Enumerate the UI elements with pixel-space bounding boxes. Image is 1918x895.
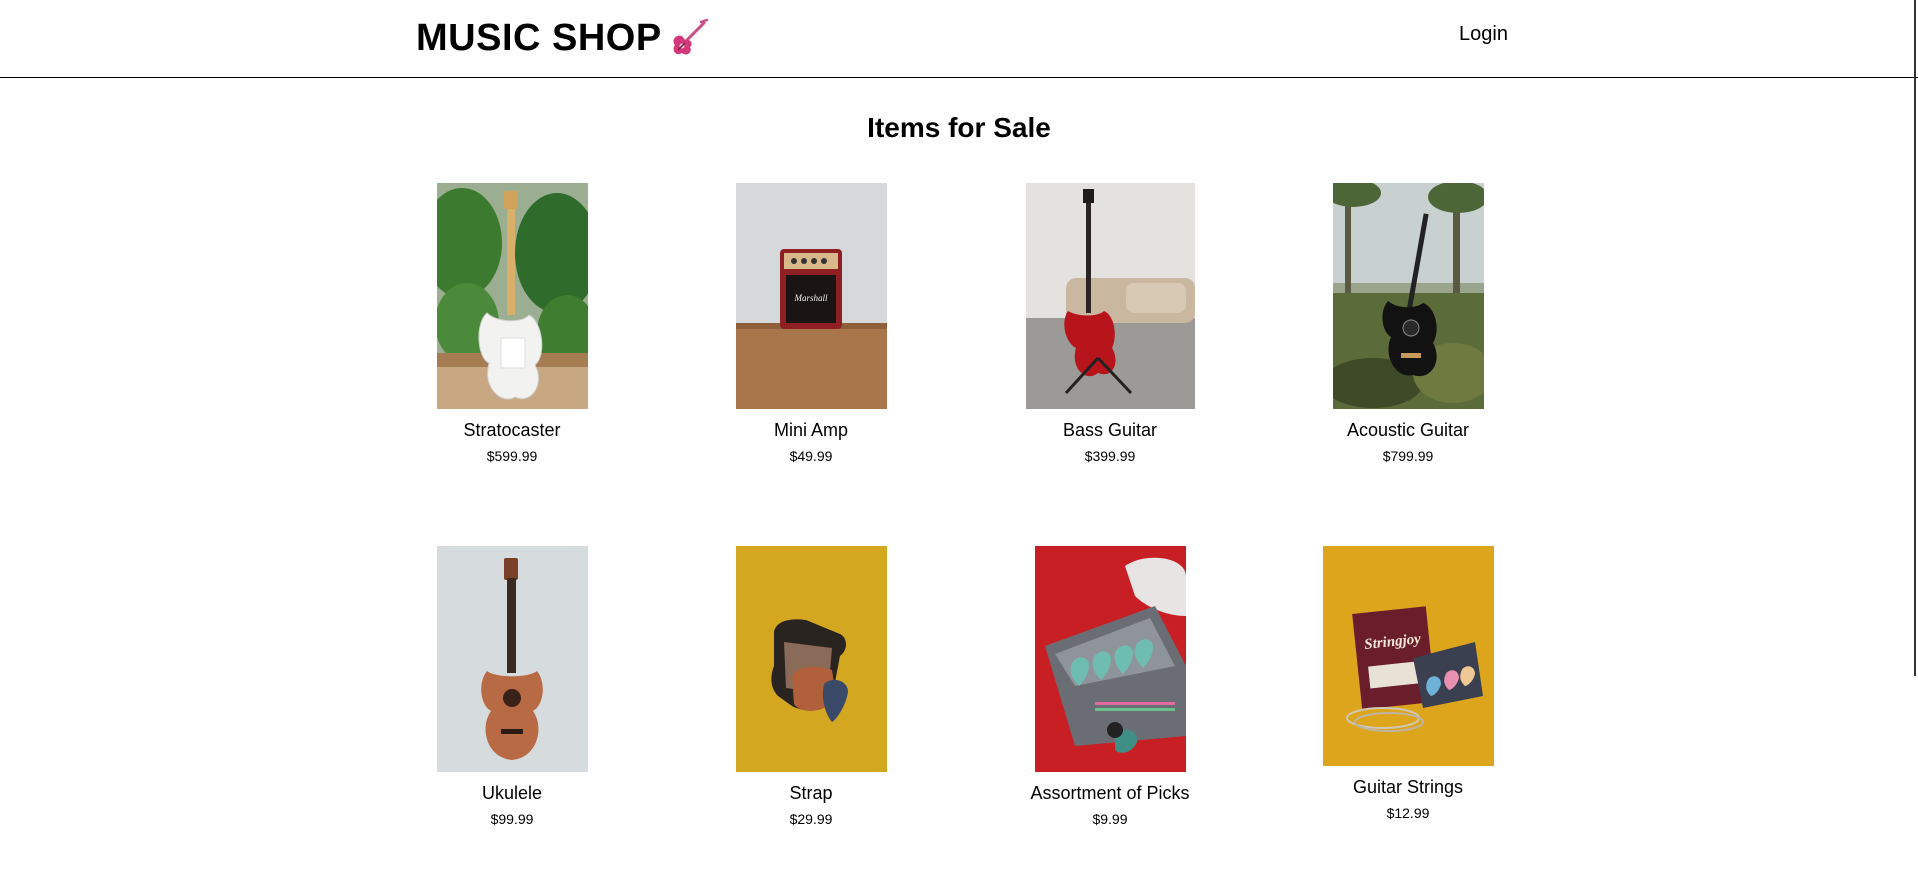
product-name[interactable]: Guitar Strings [1258,776,1558,798]
guitar-strap-photo[interactable] [735,546,887,772]
product-name[interactable]: Assortment of Picks [960,782,1260,804]
product-card[interactable]: Stratocaster $599.99 [362,183,662,464]
brand-logo[interactable]: MUSIC SHOP [416,16,710,60]
product-card[interactable]: Stringjoy Guitar Strings $12.99 [1258,546,1558,821]
product-card[interactable]: Acoustic Guitar $799.99 [1258,183,1558,464]
black-acoustic-guitar-photo[interactable] [1332,183,1484,409]
red-bass-guitar-photo[interactable] [1025,183,1195,409]
product-price: $49.99 [789,448,833,464]
product-price: $399.99 [1084,448,1136,464]
product-card[interactable]: Marshall Mini Amp $49.99 [661,183,961,464]
product-name[interactable]: Stratocaster [362,419,662,441]
product-name[interactable]: Bass Guitar [960,419,1260,441]
site-header: MUSIC SHOP Login [0,0,1918,78]
product-card[interactable]: Ukulele $99.99 [362,546,662,827]
svg-text:Marshall: Marshall [793,293,828,303]
product-price: $99.99 [490,811,534,827]
product-card[interactable]: Strap $29.99 [661,546,961,827]
ukulele-photo[interactable] [436,546,588,772]
login-link[interactable]: Login [1459,23,1508,46]
product-name[interactable]: Mini Amp [661,419,961,441]
product-price: $9.99 [1092,811,1128,827]
product-price: $799.99 [1382,448,1434,464]
electric-guitar-icon [673,18,708,55]
product-card[interactable]: Bass Guitar $399.99 [960,183,1260,464]
product-name[interactable]: Acoustic Guitar [1258,419,1558,441]
guitar-strings-photo[interactable]: Stringjoy [1322,546,1494,766]
product-card[interactable]: Assortment of Picks $9.99 [960,546,1260,827]
product-price: $29.99 [789,811,833,827]
vertical-scrollbar[interactable] [1914,0,1916,676]
white-stratocaster-photo[interactable] [436,183,588,409]
page-title: Items for Sale [867,112,1051,143]
product-name[interactable]: Ukulele [362,782,662,804]
guitar-picks-photo[interactable] [1034,546,1186,772]
product-price: $12.99 [1386,805,1430,821]
mini-amp-photo[interactable]: Marshall [735,183,887,409]
product-price: $599.99 [486,448,538,464]
brand-name: MUSIC SHOP [416,17,662,59]
product-name[interactable]: Strap [661,782,961,804]
